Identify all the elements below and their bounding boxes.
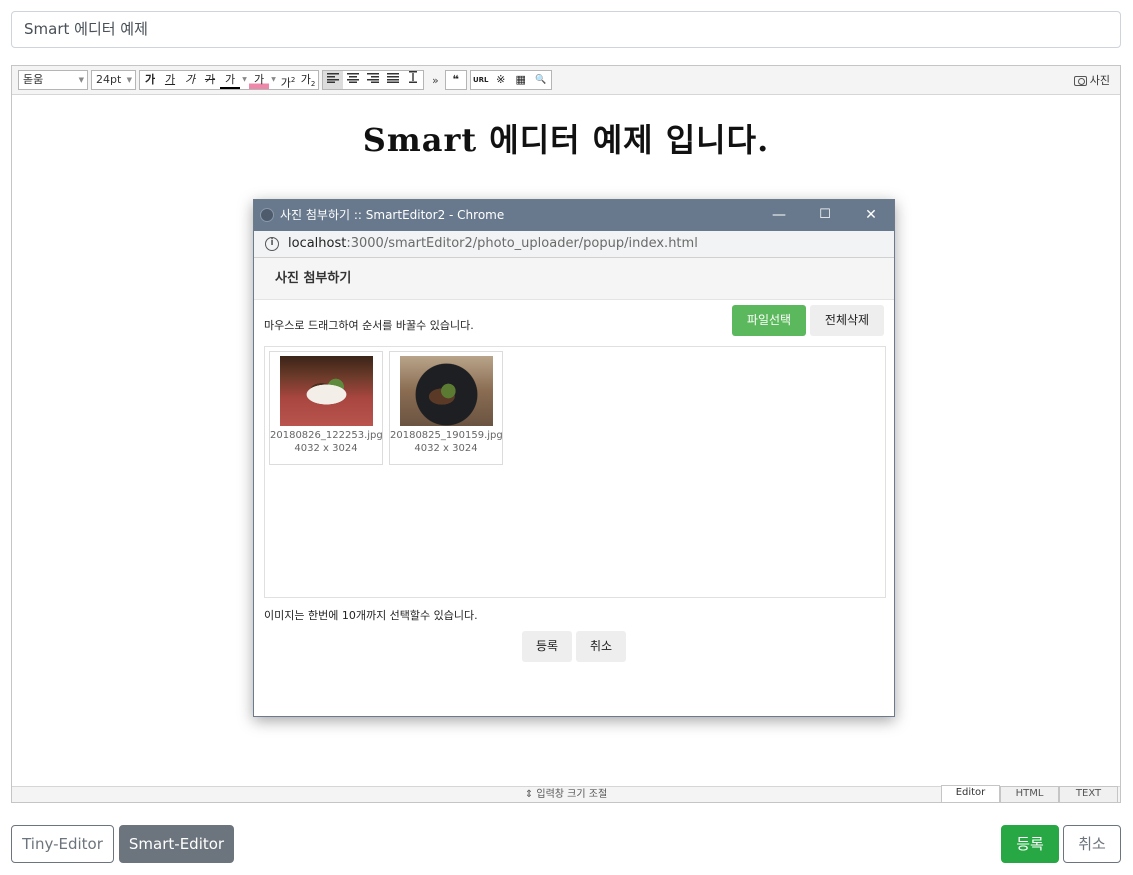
- delete-all-button[interactable]: 전체삭제: [810, 305, 884, 336]
- editor-mode-tabs: Editor HTML TEXT: [941, 785, 1118, 802]
- quote-icon[interactable]: ❝: [446, 71, 466, 89]
- photo-filename: 20180825_190159.jpg: [390, 430, 503, 441]
- tiny-editor-button[interactable]: Tiny-Editor: [11, 825, 114, 863]
- submit-button[interactable]: 등록: [1001, 825, 1059, 863]
- tab-html[interactable]: HTML: [1000, 786, 1059, 802]
- strikethrough-button[interactable]: 가: [200, 71, 220, 89]
- find-replace-button[interactable]: 🔍: [531, 71, 551, 89]
- line-height-button[interactable]: [403, 71, 423, 89]
- chevron-down-icon: ▼: [126, 76, 132, 84]
- insert-group: URL ※ ▦ 🔍: [469, 70, 552, 90]
- subscript-button[interactable]: 가2: [298, 71, 318, 89]
- more-button[interactable]: »: [432, 74, 439, 87]
- cancel-button[interactable]: 취소: [1063, 825, 1121, 863]
- subscript-label: 가: [300, 73, 311, 86]
- quote-group: ❝: [444, 70, 467, 90]
- editor-heading: Smart 에디터 예제 입니다.: [362, 121, 770, 159]
- drag-info-text: 마우스로 드래그하여 순서를 바꿀수 있습니다.: [264, 319, 474, 332]
- line-height-icon: [409, 71, 417, 83]
- align-right-button[interactable]: [363, 71, 383, 89]
- photo-list-area[interactable]: 20180826_122253.jpg 4032 x 3024 20180825…: [264, 346, 886, 598]
- underline-button[interactable]: 가: [160, 71, 180, 89]
- font-color-dropdown[interactable]: ▼: [240, 71, 249, 89]
- editor-toolbar: 돋움 ▼ 24pt ▼ 가 가 가 가 가 ▼ 가 ▼ 가2 가2 » ❝ UR…: [12, 66, 1120, 95]
- photo-dimensions: 4032 x 3024: [414, 443, 478, 454]
- photo-upload-popup: 사진 첨부하기 :: SmartEditor2 - Chrome — ☐ ✕ i…: [253, 199, 895, 717]
- popup-submit-button[interactable]: 등록: [522, 631, 572, 662]
- resize-label: ⇕ 입력창 크기 조절: [524, 789, 608, 800]
- popup-window-title: 사진 첨부하기 :: SmartEditor2 - Chrome: [280, 208, 505, 222]
- popup-titlebar[interactable]: 사진 첨부하기 :: SmartEditor2 - Chrome — ☐ ✕: [254, 200, 894, 231]
- bg-color-dropdown[interactable]: ▼: [269, 71, 278, 89]
- special-char-button[interactable]: ※: [491, 71, 511, 89]
- photo-label: 사진: [1089, 74, 1110, 87]
- photo-thumbnail: [279, 356, 373, 426]
- url-link-button[interactable]: URL: [471, 71, 491, 89]
- align-left-icon: [327, 73, 339, 83]
- font-family-value: 돋움: [23, 73, 44, 86]
- align-justify-icon: [387, 73, 399, 83]
- superscript-label: 가: [280, 76, 291, 90]
- popup-header: 사진 첨부하기: [254, 258, 894, 300]
- info-icon[interactable]: i: [265, 237, 279, 251]
- bold-button[interactable]: 가: [140, 71, 160, 89]
- italic-button[interactable]: 가: [180, 71, 200, 89]
- smart-editor-button[interactable]: Smart-Editor: [119, 825, 234, 863]
- maximize-button[interactable]: ☐: [802, 200, 848, 231]
- align-left-button[interactable]: [323, 71, 343, 89]
- align-group: [322, 70, 424, 90]
- close-button[interactable]: ✕: [848, 200, 894, 231]
- select-file-button[interactable]: 파일선택: [732, 305, 806, 336]
- globe-icon: [260, 208, 274, 222]
- chevron-down-icon: ▼: [78, 76, 84, 84]
- photo-item[interactable]: 20180826_122253.jpg 4032 x 3024: [269, 351, 383, 465]
- align-justify-button[interactable]: [383, 71, 403, 89]
- url-host: localhost: [288, 236, 347, 251]
- photo-attach-button[interactable]: 사진: [1070, 71, 1114, 91]
- title-input[interactable]: Smart 에디터 예제: [11, 11, 1121, 48]
- minimize-button[interactable]: —: [756, 200, 802, 231]
- text-style-group: 가 가 가 가 가 ▼ 가 ▼ 가2 가2: [139, 70, 319, 90]
- font-size-value: 24pt: [96, 73, 122, 86]
- table-button[interactable]: ▦: [511, 71, 531, 89]
- font-color-button[interactable]: 가: [220, 71, 240, 89]
- align-right-icon: [367, 73, 379, 83]
- camera-icon: [1073, 76, 1087, 86]
- url-path: :3000/smartEditor2/photo_uploader/popup/…: [346, 236, 698, 251]
- photo-filename: 20180826_122253.jpg: [270, 430, 383, 441]
- photo-thumbnail: [399, 356, 493, 426]
- tab-text[interactable]: TEXT: [1059, 786, 1118, 802]
- superscript-button[interactable]: 가2: [278, 71, 298, 90]
- align-center-icon: [347, 73, 359, 83]
- font-size-select[interactable]: 24pt ▼: [91, 70, 136, 90]
- photo-item[interactable]: 20180825_190159.jpg 4032 x 3024: [389, 351, 503, 465]
- bg-color-button[interactable]: 가: [249, 71, 269, 89]
- align-center-button[interactable]: [343, 71, 363, 89]
- tab-editor[interactable]: Editor: [941, 785, 1000, 802]
- font-family-select[interactable]: 돋움 ▼: [18, 70, 88, 90]
- photo-dimensions: 4032 x 3024: [294, 443, 358, 454]
- limit-info-text: 이미지는 한번에 10개까지 선택할수 있습니다.: [264, 609, 478, 622]
- address-bar[interactable]: i localhost:3000/smartEditor2/photo_uplo…: [254, 231, 894, 258]
- popup-cancel-button[interactable]: 취소: [576, 631, 626, 662]
